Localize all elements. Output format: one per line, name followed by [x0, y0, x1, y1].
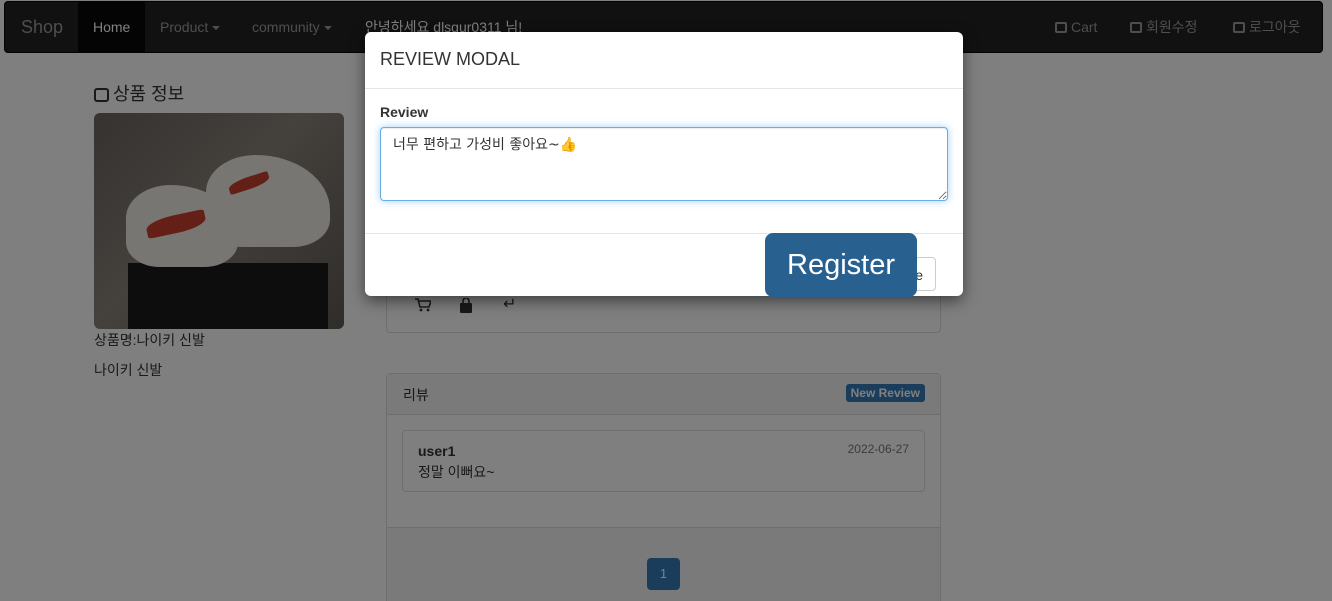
modal-header: REVIEW MODAL [365, 32, 963, 89]
register-button[interactable]: Register [765, 233, 917, 297]
modal-title: REVIEW MODAL [380, 49, 521, 69]
modal-body: Review 너무 편하고 가성비 좋아요~👍 [365, 89, 963, 234]
review-modal: REVIEW MODAL Review 너무 편하고 가성비 좋아요~👍 Clo… [365, 32, 963, 297]
review-field-label: Review [380, 104, 429, 120]
review-textarea[interactable]: 너무 편하고 가성비 좋아요~👍 [380, 127, 948, 201]
